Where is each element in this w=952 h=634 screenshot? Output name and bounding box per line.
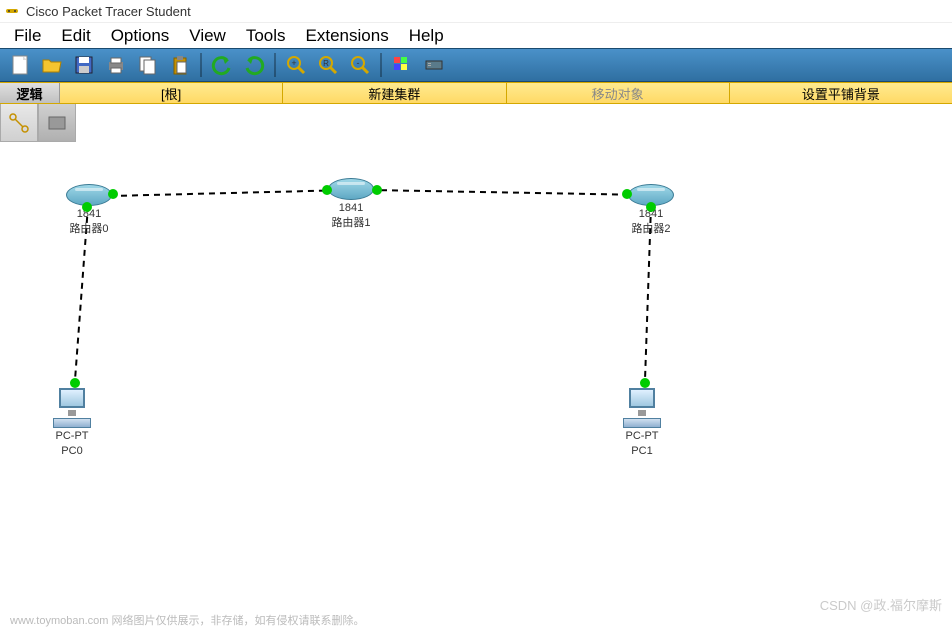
link-status-dot	[82, 202, 92, 212]
link-status-dot	[622, 189, 632, 199]
device-router1[interactable]: 1841 路由器1	[328, 178, 374, 230]
link-status-dot	[372, 185, 382, 195]
watermark-csdn: CSDN @政.福尔摩斯	[820, 595, 942, 614]
zoom-reset-button[interactable]: R	[314, 51, 342, 79]
menu-extensions[interactable]: Extensions	[296, 24, 399, 48]
device-name-label: 路由器1	[328, 217, 374, 230]
pc-icon	[622, 388, 662, 428]
svg-text:+: +	[291, 58, 296, 68]
device-name-label: PC0	[52, 445, 92, 458]
menu-tools[interactable]: Tools	[236, 24, 296, 48]
toolbar-separator	[274, 53, 276, 77]
paste-button[interactable]	[166, 51, 194, 79]
root-button[interactable]: [根]	[60, 83, 283, 103]
view-tabs	[0, 104, 952, 142]
app-icon	[4, 3, 20, 19]
link-status-dot	[646, 202, 656, 212]
physical-view-tab[interactable]	[38, 104, 76, 142]
svg-text:R: R	[323, 59, 329, 68]
move-object-button[interactable]: 移动对象	[507, 83, 730, 103]
new-button[interactable]	[6, 51, 34, 79]
copy-button[interactable]	[134, 51, 162, 79]
zoom-out-button[interactable]: -	[346, 51, 374, 79]
svg-text:-: -	[357, 58, 360, 68]
menu-file[interactable]: File	[4, 24, 51, 48]
logical-bar: 逻辑 [根] 新建集群 移动对象 设置平铺背景	[0, 82, 952, 104]
menu-edit[interactable]: Edit	[51, 24, 100, 48]
device-pc1[interactable]: PC-PT PC1	[622, 388, 662, 458]
device-model-label: 1841	[328, 202, 374, 215]
link-status-dot	[640, 378, 650, 388]
link-status-dot	[70, 378, 80, 388]
menu-view[interactable]: View	[179, 24, 236, 48]
menu-help[interactable]: Help	[399, 24, 454, 48]
toolbar-separator	[200, 53, 202, 77]
custom-device-button[interactable]	[420, 51, 448, 79]
main-toolbar: + R -	[0, 48, 952, 82]
device-name-label: 路由器0	[66, 223, 112, 236]
workspace-canvas[interactable]: 1841 路由器0 1841 路由器1 1841 路由器2 PC-PT PC0 …	[0, 142, 952, 612]
logical-view-tab[interactable]	[0, 104, 38, 142]
palette-button[interactable]	[388, 51, 416, 79]
app-title: Cisco Packet Tracer Student	[26, 4, 191, 19]
toolbar-separator	[380, 53, 382, 77]
device-name-label: 路由器2	[628, 223, 674, 236]
watermark-source: www.toymoban.com 网络图片仅供展示，非存储，如有侵权请联系删除。	[10, 612, 364, 628]
link-status-dot	[322, 185, 332, 195]
redo-button[interactable]	[240, 51, 268, 79]
title-bar: Cisco Packet Tracer Student	[0, 0, 952, 22]
zoom-in-button[interactable]: +	[282, 51, 310, 79]
router-icon	[328, 178, 374, 200]
print-button[interactable]	[102, 51, 130, 79]
device-type-label: PC-PT	[52, 430, 92, 443]
save-button[interactable]	[70, 51, 98, 79]
menu-options[interactable]: Options	[101, 24, 180, 48]
menu-bar: File Edit Options View Tools Extensions …	[0, 22, 952, 48]
open-button[interactable]	[38, 51, 66, 79]
new-cluster-button[interactable]: 新建集群	[283, 83, 506, 103]
set-background-button[interactable]: 设置平铺背景	[730, 83, 952, 103]
connection-lines	[0, 142, 952, 612]
logical-tab[interactable]: 逻辑	[0, 83, 60, 103]
undo-button[interactable]	[208, 51, 236, 79]
pc-icon	[52, 388, 92, 428]
device-type-label: PC-PT	[622, 430, 662, 443]
link-status-dot	[108, 189, 118, 199]
device-pc0[interactable]: PC-PT PC0	[52, 388, 92, 458]
device-name-label: PC1	[622, 445, 662, 458]
